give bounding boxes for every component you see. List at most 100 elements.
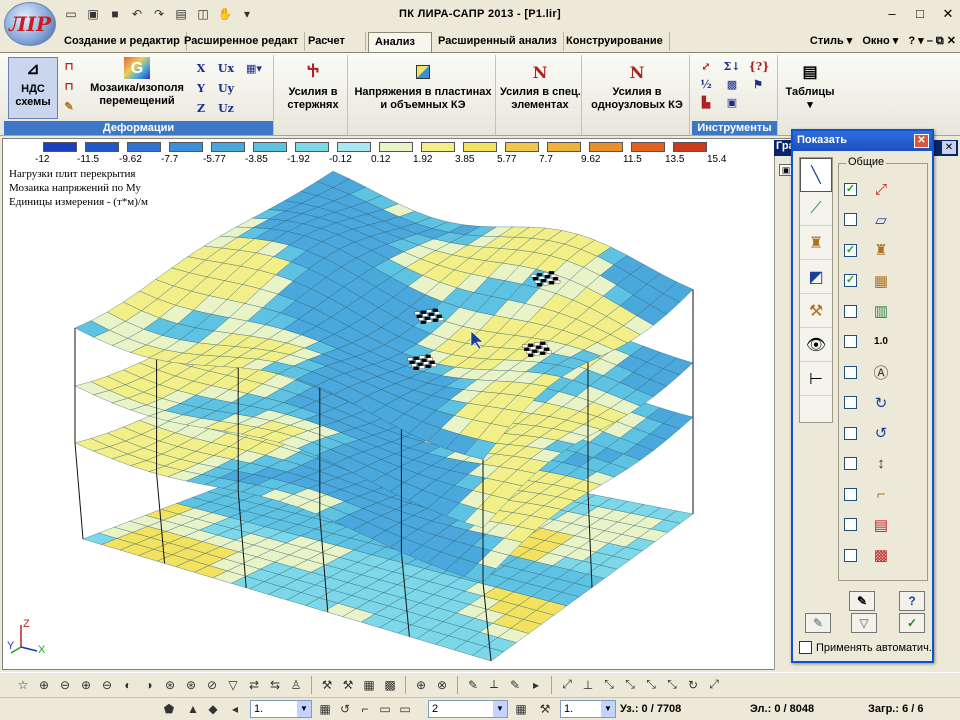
option-checkbox[interactable]: ✓ xyxy=(844,182,857,196)
section-combo[interactable]: 1. ▼ xyxy=(560,700,616,718)
status-icon-7[interactable]: ⌐ xyxy=(356,700,374,718)
dialog-title[interactable]: Показать xyxy=(793,131,932,151)
view-tool-icon[interactable]: ↻ xyxy=(684,676,702,694)
dialog-close-icon[interactable]: ✕ xyxy=(914,134,929,148)
view-tool-icon[interactable]: ⇆ xyxy=(266,676,284,694)
view-tool-icon[interactable]: ⊕ xyxy=(77,676,95,694)
view-tool-icon[interactable]: ⤡ xyxy=(663,676,681,694)
option-checkbox[interactable] xyxy=(844,426,857,440)
view-tool-icon[interactable]: ✎ xyxy=(464,676,482,694)
option-checkbox[interactable] xyxy=(844,396,857,409)
view-tool-icon[interactable]: ⊛ xyxy=(182,676,200,694)
side-panel-close-icon[interactable]: ✕ xyxy=(942,141,956,154)
view-tool-icon[interactable]: ◑ xyxy=(140,676,158,694)
view-tool-icon[interactable]: ⊖ xyxy=(98,676,116,694)
option-row[interactable]: ⌐ xyxy=(844,482,924,506)
option-row[interactable]: ✓ ▦ xyxy=(844,269,924,293)
tab-design[interactable]: Конструирование xyxy=(560,32,670,51)
tool-icon-1[interactable]: ⤢ xyxy=(696,59,716,73)
minimize-icon[interactable]: – xyxy=(884,6,900,22)
model-viewport[interactable]: -12 -11.5 -9.62 -7.7 -5.77 -3.85 -1.92 -0.12 0.1… xyxy=(2,138,794,670)
view-tool-icon[interactable]: ⤡ xyxy=(621,676,639,694)
option-row[interactable]: Ⓐ xyxy=(844,360,924,384)
rod-forces-button[interactable]: Ⴕ Усилия в стержнях xyxy=(280,61,346,112)
view-tool-icon[interactable]: ▦ xyxy=(360,676,378,694)
view-tool-icon[interactable]: ⚒ xyxy=(318,676,336,694)
category-nodes-icon[interactable]: ⟋ xyxy=(800,192,832,226)
tables-button[interactable]: ▤ Таблицы ▾ xyxy=(782,61,838,112)
tab-analysis[interactable]: Анализ xyxy=(368,32,432,53)
view-tool-icon[interactable]: ⊕ xyxy=(412,676,430,694)
view-tool-icon[interactable]: ⚒ xyxy=(339,676,357,694)
status-icon-5[interactable]: ▦ xyxy=(316,700,334,718)
option-row[interactable]: ▱ xyxy=(844,208,924,232)
mosaic-isofield-button[interactable]: G Мозаика/изополя перемещений xyxy=(82,57,192,108)
option-row[interactable]: ↺ xyxy=(844,421,924,445)
help-menu[interactable]: ? ▾ – ⧉ ✕ xyxy=(908,34,956,48)
view-tool-icon[interactable]: ⊗ xyxy=(433,676,451,694)
category-loads-icon[interactable]: ⚒ xyxy=(800,294,832,328)
tool-icon-2[interactable]: ½ xyxy=(696,77,716,91)
tab-advanced-analysis[interactable]: Расширенный анализ xyxy=(432,32,564,51)
axis-ux[interactable]: Ux xyxy=(216,61,236,75)
option-checkbox[interactable] xyxy=(844,335,857,348)
option-checkbox[interactable] xyxy=(844,518,857,531)
axis-uy[interactable]: Uy xyxy=(216,81,236,95)
axis-x[interactable]: X xyxy=(194,61,208,75)
option-checkbox[interactable] xyxy=(844,487,857,501)
auto-apply-checkbox[interactable] xyxy=(799,641,812,654)
option-row[interactable]: ✓ ⤢ xyxy=(844,177,924,201)
option-checkbox[interactable]: ✓ xyxy=(844,274,857,287)
option-checkbox[interactable] xyxy=(844,213,857,226)
status-icon-11[interactable]: ⚒ xyxy=(536,700,554,718)
load-case-combo[interactable]: 1. ▼ xyxy=(250,700,312,718)
filter-button[interactable]: ▽ xyxy=(851,613,877,633)
special-forces-button[interactable]: N Усилия в спец. элементах xyxy=(500,61,581,112)
category-plates-icon[interactable]: ◩ xyxy=(800,260,832,294)
option-row[interactable]: ▩ xyxy=(844,543,924,567)
window-menu[interactable]: Окно ▾ xyxy=(862,34,898,48)
category-misc-icon[interactable]: ⊢ xyxy=(800,362,832,396)
option-row[interactable]: 1.0 xyxy=(844,330,924,354)
option-row[interactable]: ↕ xyxy=(844,452,924,476)
view-tool-icon[interactable]: ▽ xyxy=(224,676,242,694)
category-bars-icon[interactable]: ╲ xyxy=(800,158,832,192)
tool-icon-5[interactable]: ▙ xyxy=(696,95,716,109)
view-tool-icon[interactable]: ⤡ xyxy=(600,676,618,694)
view-tool-icon[interactable]: ⤢ xyxy=(705,676,723,694)
option-row[interactable]: ▤ xyxy=(844,513,924,537)
structure-model[interactable] xyxy=(3,139,794,670)
status-icon-10[interactable]: ▦ xyxy=(512,700,530,718)
view-tool-icon[interactable]: ⤡ xyxy=(642,676,660,694)
option-row[interactable]: ▥ xyxy=(844,299,924,323)
clear-button[interactable]: ✎ xyxy=(805,613,831,633)
axis-z[interactable]: Z xyxy=(194,101,208,115)
apply-button[interactable]: ✓ xyxy=(899,613,925,633)
maximize-icon[interactable]: □ xyxy=(912,6,928,22)
single-node-forces-button[interactable]: N Усилия в одноузловых КЭ xyxy=(586,61,688,112)
tool-icon-4[interactable]: ⚑ xyxy=(748,77,768,91)
edit-pencil-button[interactable]: ✎ xyxy=(849,591,875,611)
view-tool-icon[interactable]: ⟂ xyxy=(485,676,503,694)
axis-y[interactable]: Y xyxy=(194,81,208,95)
tool-icon-3[interactable]: ▩ xyxy=(722,77,742,91)
style-menu[interactable]: Стиль ▾ xyxy=(810,34,852,48)
view-tool-icon[interactable]: ▩ xyxy=(381,676,399,694)
view-tool-icon[interactable]: ▸ xyxy=(527,676,545,694)
option-checkbox[interactable] xyxy=(844,304,857,318)
view-tool-icon[interactable]: ⊥ xyxy=(579,676,597,694)
deform-icon-1[interactable]: ⊓ xyxy=(62,59,76,73)
tab-calculation[interactable]: Расчет xyxy=(302,32,366,51)
ndc-schemes-button[interactable]: ⊿ НДС схемы xyxy=(8,57,58,119)
view-tool-icon[interactable]: ☆ xyxy=(14,676,32,694)
deform-icon-3[interactable]: ✎ xyxy=(62,99,76,113)
display-options-icon[interactable]: ▦▾ xyxy=(242,61,266,75)
view-tool-icon[interactable]: ◐ xyxy=(119,676,137,694)
sum-icon[interactable]: Σ↓ xyxy=(722,59,742,73)
status-icon-8[interactable]: ▭ xyxy=(376,700,394,718)
status-icon-2[interactable]: ▲ xyxy=(184,700,202,718)
view-tool-icon[interactable]: ⊖ xyxy=(56,676,74,694)
view-tool-icon[interactable]: ⊕ xyxy=(35,676,53,694)
help-button[interactable]: ? xyxy=(899,591,925,611)
plate-stress-button[interactable]: Напряжения в пластинах и объемных КЭ xyxy=(352,61,494,112)
